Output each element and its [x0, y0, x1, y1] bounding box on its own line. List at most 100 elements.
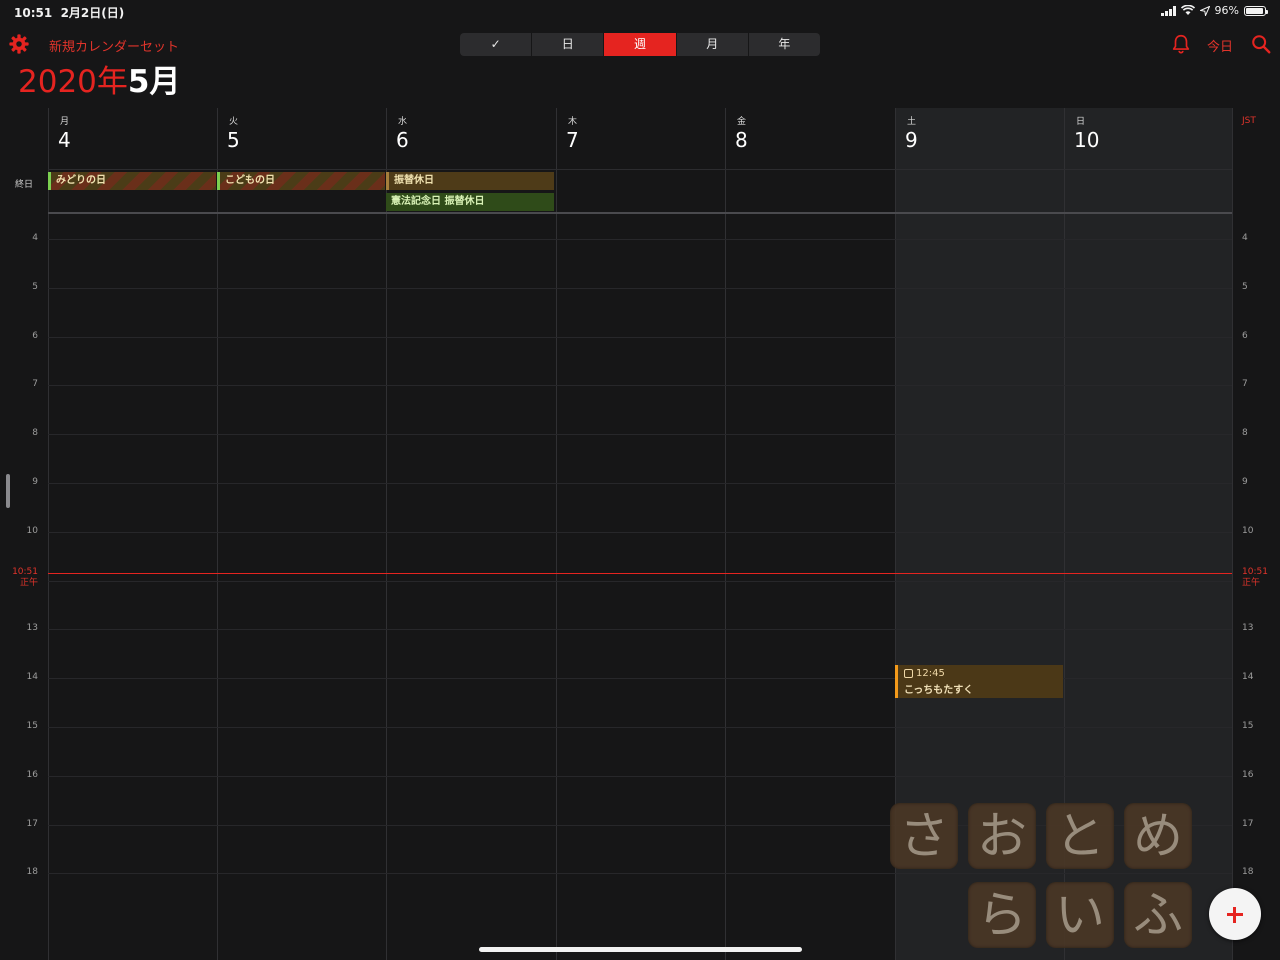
today-button[interactable]: 今日 — [1207, 36, 1233, 55]
task-checkbox-icon[interactable] — [904, 669, 913, 678]
hour-label-left: 6 — [32, 331, 38, 341]
day-column-divider — [386, 108, 387, 960]
tab-week[interactable]: 週 — [604, 33, 677, 56]
search-icon[interactable] — [1250, 33, 1272, 55]
day-header[interactable]: 土9 — [895, 114, 918, 152]
hour-label-left: 16 — [26, 770, 38, 780]
hour-line — [48, 239, 1232, 240]
hour-label-left: 14 — [26, 672, 38, 682]
day-number: 7 — [566, 128, 579, 152]
hour-label-right: 14 — [1242, 672, 1254, 682]
tab-day[interactable]: 日 — [532, 33, 605, 56]
day-header[interactable]: 月4 — [48, 114, 71, 152]
hour-label-left: 8 — [32, 428, 38, 438]
hour-label-left: 17 — [26, 819, 38, 829]
allday-event[interactable]: こどもの日 — [217, 172, 385, 190]
month-label: 5月 — [127, 64, 181, 100]
hour-line — [48, 434, 1232, 435]
current-time-line — [48, 573, 1232, 574]
hour-label-right: 13 — [1242, 623, 1254, 633]
hour-line — [48, 629, 1232, 630]
status-bar-right: 96% — [1160, 4, 1268, 17]
allday-label: 終日 — [15, 180, 34, 190]
hour-label-right: 7 — [1242, 379, 1248, 389]
date-text: 2月2日(日) — [60, 6, 125, 20]
hour-line — [48, 385, 1232, 386]
weekday-label: 水 — [398, 117, 408, 127]
month-title: 2020年5月 — [18, 62, 180, 102]
hour-label-right: 15 — [1242, 721, 1254, 731]
day-header[interactable]: 日 10 — [1064, 114, 1099, 152]
status-bar-time: 10:51 2月2日(日) — [14, 4, 124, 21]
hour-label-left: 10 — [26, 526, 38, 536]
allday-separator — [48, 212, 1232, 214]
scroll-handle[interactable] — [6, 474, 10, 508]
hour-line — [48, 483, 1232, 484]
bell-icon[interactable] — [1170, 33, 1192, 55]
view-segmented-control: ✓ 日週月年 — [460, 33, 820, 56]
hour-label-left: 5 — [32, 282, 38, 292]
weekday-label: 金 — [737, 117, 747, 127]
home-indicator[interactable] — [479, 947, 802, 952]
day-column-divider — [556, 108, 557, 960]
event-time: 12:45 — [916, 668, 945, 679]
weekday-label: 土 — [907, 117, 917, 127]
hour-label-right: 5 — [1242, 282, 1248, 292]
timezone-label: JST — [1242, 116, 1256, 126]
gear-icon[interactable] — [8, 33, 30, 55]
hour-label-left: 15 — [26, 721, 38, 731]
tab-month[interactable]: 月 — [677, 33, 749, 56]
day-column-divider — [48, 108, 49, 960]
timed-event[interactable]: 12:45 こっちもたすく — [895, 665, 1063, 698]
add-event-button[interactable] — [1209, 888, 1261, 940]
allday-event[interactable]: 振替休日 — [386, 172, 554, 190]
wifi-icon — [1180, 5, 1195, 15]
hour-label-right: 9 — [1242, 477, 1248, 487]
allday-event[interactable]: みどりの日 — [48, 172, 216, 190]
hour-line — [48, 727, 1232, 728]
day-column-divider — [217, 108, 218, 960]
hour-line — [48, 581, 1232, 582]
sticker-tile: と — [1046, 803, 1114, 869]
day-number: 5 — [227, 128, 240, 152]
current-time-label: 10:51 — [12, 567, 38, 577]
sticker-tile: ふ — [1124, 882, 1192, 948]
hour-label-left: 4 — [32, 233, 38, 243]
day-number: 10 — [1074, 128, 1100, 152]
hour-label-left: 13 — [26, 623, 38, 633]
day-number: 6 — [396, 128, 409, 152]
hour-line — [48, 288, 1232, 289]
day-column-divider — [725, 108, 726, 960]
day-header[interactable]: 水6 — [386, 114, 409, 152]
weekday-label: 木 — [568, 117, 578, 127]
hour-label-right: 17 — [1242, 819, 1254, 829]
weekday-label: 火 — [229, 117, 239, 127]
tab-checklist[interactable]: ✓ — [460, 33, 533, 56]
hour-label-right: 16 — [1242, 770, 1254, 780]
hour-line — [48, 776, 1232, 777]
hour-line — [48, 337, 1232, 338]
current-time-label: 10:51 — [1242, 567, 1268, 577]
calendar-set-button[interactable]: 新規カレンダーセット — [49, 36, 179, 55]
hour-label-right: 6 — [1242, 331, 1248, 341]
event-title: こっちもたすく — [904, 685, 974, 696]
clock-text: 10:51 — [14, 6, 53, 20]
day-header[interactable]: 金8 — [725, 114, 748, 152]
tab-year[interactable]: 年 — [749, 33, 820, 56]
year-label: 2020年 — [18, 64, 128, 100]
allday-event[interactable]: 憲法記念日 振替休日 — [386, 193, 554, 211]
battery-icon — [1244, 5, 1268, 16]
weekday-label: 日 — [1076, 117, 1086, 127]
sticker-tile: ら — [968, 882, 1036, 948]
header-divider — [48, 169, 1232, 170]
day-header[interactable]: 木7 — [556, 114, 579, 152]
hour-label-left: 18 — [26, 867, 38, 877]
day-number: 4 — [58, 128, 71, 152]
event-time-row: 12:45 — [904, 668, 1063, 679]
hour-label-right: 10 — [1242, 526, 1254, 536]
hour-label-right: 4 — [1242, 233, 1248, 243]
weekday-label: 月 — [60, 117, 70, 127]
day-number: 8 — [735, 128, 748, 152]
battery-percent: 96% — [1214, 4, 1239, 17]
day-header[interactable]: 火5 — [217, 114, 240, 152]
